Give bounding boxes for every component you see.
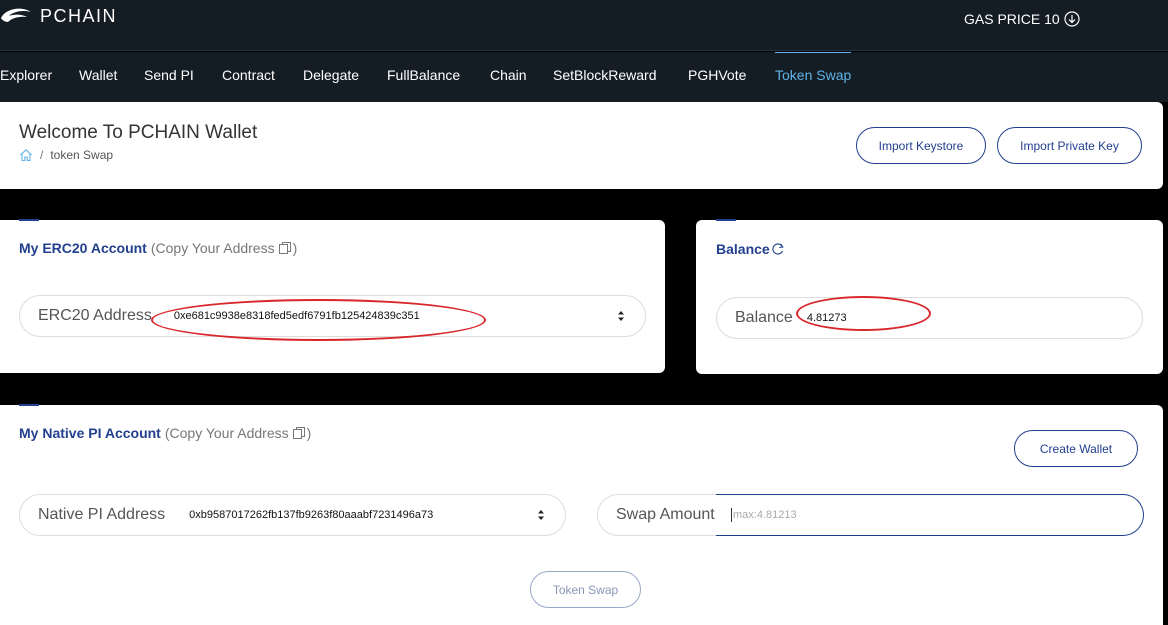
nav-item-fullbalance[interactable]: FullBalance xyxy=(387,52,460,102)
balance-card-title: Balance xyxy=(716,241,785,257)
swap-amount-label: Swap Amount xyxy=(616,506,715,523)
breadcrumb-current: token Swap xyxy=(50,148,114,162)
card-accent xyxy=(19,219,39,221)
native-copy-hint: (Copy Your Address xyxy=(164,425,289,441)
top-bar: PCHAIN GAS PRICE 10 xyxy=(0,0,1168,51)
create-wallet-button[interactable]: Create Wallet xyxy=(1014,430,1138,467)
balance-title: Balance xyxy=(716,241,770,257)
erc20-card-title: My ERC20 Account (Copy Your Address ) xyxy=(19,240,297,256)
nav-item-send-pi[interactable]: Send PI xyxy=(144,52,194,102)
nav-item-token-swap[interactable]: Token Swap xyxy=(775,52,852,102)
native-address-value: 0xb9587017262fb137fb9263f80aaabf7231496a… xyxy=(189,509,434,521)
balance-highlight xyxy=(796,296,931,331)
nav-item-contract[interactable]: Contract xyxy=(222,52,275,102)
refresh-icon[interactable] xyxy=(771,242,785,256)
native-address-select[interactable]: Native PI Address 0xb9587017262fb137fb92… xyxy=(19,494,566,536)
balance-label: Balance xyxy=(735,309,793,326)
swap-amount-placeholder: max:4.81213 xyxy=(733,509,797,521)
main-nav: Explorer Wallet Send PI Contract Delegat… xyxy=(0,52,1168,102)
select-arrows-icon xyxy=(538,510,544,520)
token-swap-button[interactable]: Token Swap xyxy=(530,571,641,608)
native-copy-hint-close: ) xyxy=(306,425,312,441)
nav-item-chain[interactable]: Chain xyxy=(490,52,527,102)
native-card-title: My Native PI Account (Copy Your Address … xyxy=(19,425,311,441)
swap-amount-group: Swap Amount max:4.81213 xyxy=(597,494,1144,536)
erc20-copy-hint: (Copy Your Address xyxy=(150,240,275,256)
import-private-key-button[interactable]: Import Private Key xyxy=(997,127,1142,164)
erc20-title: My ERC20 Account xyxy=(19,240,147,256)
copy-icon[interactable] xyxy=(292,426,306,440)
page-header: Welcome To PCHAIN Wallet / token Swap Im… xyxy=(0,102,1163,189)
nav-item-explorer[interactable]: Explorer xyxy=(0,52,52,102)
balance-card: Balance Balance 4.81273 xyxy=(696,219,1163,374)
select-arrows-icon xyxy=(618,311,624,321)
card-accent xyxy=(19,404,39,406)
native-address-label: Native PI Address xyxy=(38,506,166,523)
erc20-address-highlight xyxy=(151,299,486,341)
card-accent xyxy=(716,219,736,221)
arrow-down-circle-icon[interactable] xyxy=(1064,11,1080,27)
breadcrumb-separator: / xyxy=(40,148,44,162)
text-caret xyxy=(731,508,732,522)
balance-field: Balance 4.81273 xyxy=(716,297,1143,339)
breadcrumb: / token Swap xyxy=(19,148,113,162)
home-icon[interactable] xyxy=(19,148,33,162)
nav-item-pghvote[interactable]: PGHVote xyxy=(688,52,746,102)
import-keystore-button[interactable]: Import Keystore xyxy=(856,127,986,164)
gas-price[interactable]: GAS PRICE 10 xyxy=(964,11,1080,27)
gas-price-label: GAS PRICE 10 xyxy=(964,11,1060,27)
copy-icon[interactable] xyxy=(278,241,292,255)
swap-amount-input[interactable]: max:4.81213 xyxy=(716,494,1144,536)
page-title: Welcome To PCHAIN Wallet xyxy=(19,122,258,143)
erc20-copy-hint-close: ) xyxy=(292,240,298,256)
pchain-logo-icon xyxy=(1,8,31,22)
brand-logo[interactable]: PCHAIN xyxy=(0,4,117,28)
nav-item-wallet[interactable]: Wallet xyxy=(79,52,117,102)
native-title: My Native PI Account xyxy=(19,425,161,441)
erc20-address-label: ERC20 Address xyxy=(38,307,152,324)
brand-name: PCHAIN xyxy=(40,5,118,26)
nav-item-setblockreward[interactable]: SetBlockReward xyxy=(553,52,657,102)
nav-item-delegate[interactable]: Delegate xyxy=(303,52,359,102)
erc20-account-card: My ERC20 Account (Copy Your Address ) ER… xyxy=(0,219,665,373)
